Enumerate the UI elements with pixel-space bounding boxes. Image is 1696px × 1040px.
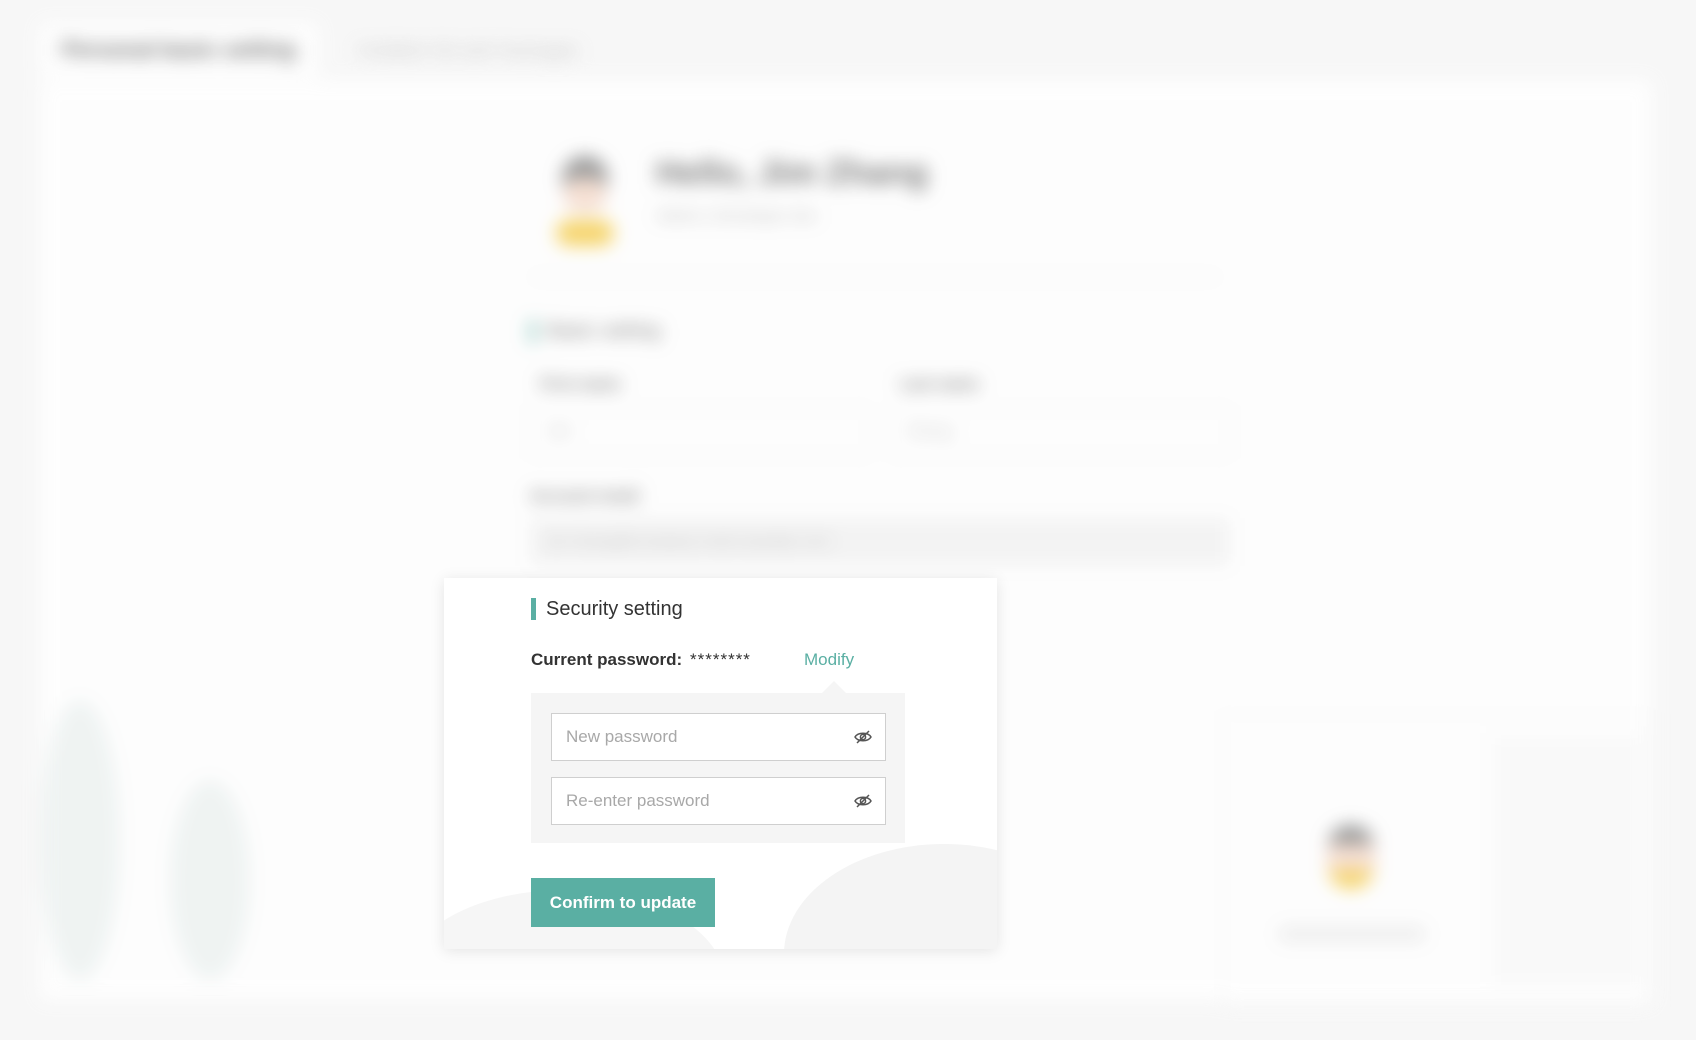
decorative-hill (784, 844, 997, 949)
divider (530, 276, 1220, 278)
tab-invitation-list[interactable]: Invitation list and messages (358, 40, 579, 61)
new-password-field (551, 713, 886, 761)
decorative-leaf (40, 700, 120, 980)
eye-slash-icon[interactable] (853, 727, 873, 747)
avatar (552, 150, 618, 250)
greeting-subtitle: Admin | Developer dev (656, 208, 818, 225)
tab-personal-basic-setting[interactable]: Personal basic setting (40, 23, 318, 77)
password-form-panel (531, 693, 905, 843)
reenter-password-input[interactable] (552, 778, 822, 824)
last-name-field[interactable]: Zhang (890, 408, 1230, 456)
account-email-field: jim.zhang@company-mail.example.com (530, 518, 1230, 566)
modify-link[interactable]: Modify (804, 650, 854, 670)
security-setting-title: Security setting (531, 598, 683, 620)
current-password-value: ******** (690, 650, 751, 669)
new-password-input[interactable] (552, 714, 822, 760)
panel-caret (822, 681, 846, 693)
current-password-label: Current password: (531, 650, 683, 669)
background-tabs: Personal basic setting Invitation list a… (40, 22, 579, 78)
eye-slash-icon[interactable] (853, 791, 873, 811)
account-email-label: Account email (530, 488, 640, 505)
first-name-label: First name (540, 376, 621, 393)
confirm-update-button[interactable]: Confirm to update (531, 878, 715, 927)
reenter-password-field (551, 777, 886, 825)
last-name-label: Last name (900, 376, 980, 393)
decorative-leaf (170, 780, 250, 980)
basic-setting-title: Basic setting (530, 320, 660, 343)
greeting-title: Hello, Jim Zhang (656, 154, 929, 192)
security-setting-panel: Security setting Current password: *****… (444, 578, 997, 949)
preview-card (1222, 714, 1652, 1004)
first-name-field[interactable]: Jim (530, 408, 870, 456)
